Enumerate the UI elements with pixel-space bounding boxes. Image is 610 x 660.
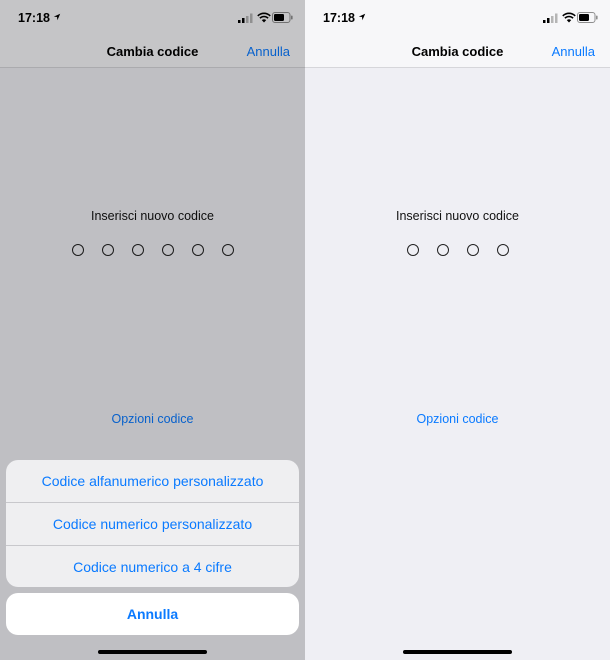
passcode-dots (305, 244, 610, 256)
cancel-button[interactable]: Annulla (552, 44, 595, 59)
status-time: 17:18 (323, 11, 355, 25)
passcode-prompt: Inserisci nuovo codice (396, 209, 519, 223)
wifi-icon (562, 12, 576, 23)
passcode-options-link[interactable]: Opzioni codice (305, 412, 610, 426)
home-indicator[interactable] (98, 650, 207, 654)
phone-screen-left: 17:18 Cambia codice Annulla Inserisci nu… (0, 0, 305, 660)
navigation-bar: Cambia codice Annulla (305, 34, 610, 68)
sheet-cancel-button[interactable]: Annulla (6, 593, 299, 635)
battery-icon (577, 12, 598, 23)
option-custom-numeric[interactable]: Codice numerico personalizzato (6, 503, 299, 546)
passcode-dot (466, 244, 479, 256)
passcode-options-sheet: Codice alfanumerico personalizzato Codic… (6, 460, 299, 587)
location-arrow-icon (358, 13, 366, 21)
passcode-dot (496, 244, 509, 256)
option-custom-alphanumeric[interactable]: Codice alfanumerico personalizzato (6, 460, 299, 503)
cellular-signal-icon (543, 13, 558, 23)
home-indicator[interactable] (403, 650, 512, 654)
phone-screen-right: 17:18 Cambia codice Annulla Inserisci nu… (305, 0, 610, 660)
status-bar: 17:18 (305, 0, 610, 34)
passcode-dot (436, 244, 449, 256)
option-4-digit-numeric[interactable]: Codice numerico a 4 cifre (6, 546, 299, 587)
passcode-dot (406, 244, 419, 256)
